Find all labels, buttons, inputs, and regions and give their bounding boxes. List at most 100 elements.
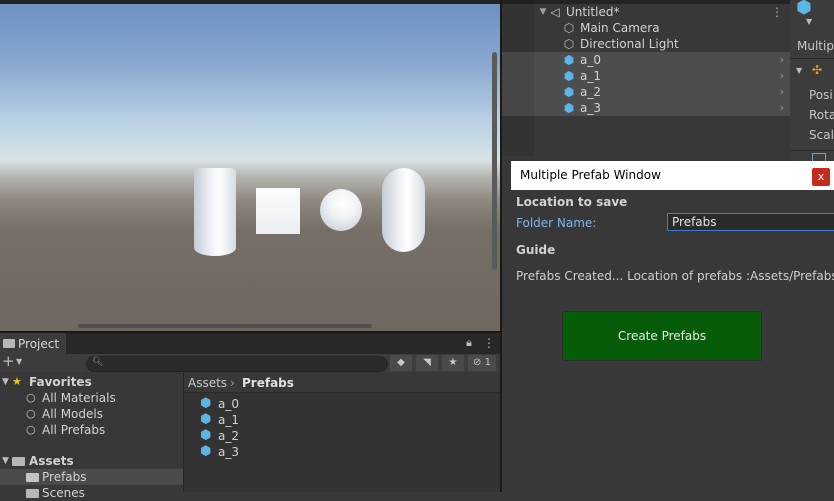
- prefab-icon: ⬢: [563, 53, 575, 67]
- tree-label: Assets: [29, 454, 74, 468]
- breadcrumb: Assets › Prefabs: [184, 373, 500, 393]
- star-icon: ★: [12, 375, 22, 388]
- hidden-packages-button[interactable]: ⊘ 1: [468, 355, 496, 371]
- folder-icon: [3, 339, 15, 348]
- star-icon: ★: [448, 357, 458, 368]
- tree-item-all-prefabs[interactable]: ○ All Prefabs: [0, 422, 183, 438]
- tree-label: Prefabs: [42, 470, 87, 484]
- guide-text: Prefabs Created... Location of prefabs :…: [516, 269, 834, 283]
- multiple-prefab-window: Multiple Prefab Window x Location to sav…: [511, 161, 834, 492]
- project-tabbar: Project 🔒︎ ⋮: [0, 333, 500, 354]
- hierarchy-item-label: Directional Light: [580, 37, 679, 51]
- transform-icon: ✣: [812, 63, 823, 77]
- expand-arrow-icon[interactable]: ▼: [2, 374, 9, 390]
- project-folder-tree: ▼ ★ Favorites ○ All Materials ○ All Mode…: [0, 373, 183, 500]
- hierarchy-item-a3[interactable]: ⬢ a_3 ›: [502, 100, 790, 116]
- prefab-icon: ⬢: [200, 396, 212, 411]
- cube-object[interactable]: [256, 188, 300, 234]
- hierarchy-item-a0[interactable]: ⬢ a_0 ›: [502, 52, 790, 68]
- transform-rotation-label: Rota: [809, 108, 834, 122]
- search-by-label-button[interactable]: ◥: [416, 355, 438, 371]
- folder-icon: [12, 457, 25, 466]
- expand-arrow-icon[interactable]: ▼: [2, 453, 9, 469]
- add-icon[interactable]: +: [2, 352, 15, 370]
- transform-scale-label: Scal: [809, 128, 834, 142]
- capsule-object[interactable]: [382, 168, 425, 252]
- hierarchy-item-label: Main Camera: [580, 21, 660, 35]
- search-icon: ○: [26, 423, 36, 436]
- type-filter-icon: ◆: [397, 357, 405, 368]
- unity-scene-icon: ◁: [550, 5, 560, 19]
- folder-name-input[interactable]: [667, 213, 834, 231]
- tree-item-scenes[interactable]: Scenes: [0, 485, 183, 501]
- prefab-icon: ⬢: [563, 85, 575, 99]
- sphere-object[interactable]: [320, 189, 362, 231]
- hierarchy-gutter: [502, 0, 534, 156]
- divider: [790, 150, 834, 151]
- close-button[interactable]: x: [812, 168, 830, 186]
- tree-item-prefabs[interactable]: Prefabs: [0, 469, 183, 485]
- tree-assets[interactable]: ▼ Assets: [0, 453, 183, 469]
- hierarchy-item-label: a_1: [580, 69, 601, 83]
- project-search-input[interactable]: 🔍︎: [86, 356, 388, 372]
- divider: [790, 58, 834, 59]
- tree-label: All Models: [42, 407, 103, 421]
- eye-slash-icon: ⊘: [473, 357, 482, 368]
- chevron-right-icon[interactable]: ›: [780, 52, 784, 68]
- prefab-icon: ⬢: [796, 0, 812, 18]
- hierarchy-item-a1[interactable]: ⬢ a_1 ›: [502, 68, 790, 84]
- expand-arrow-icon[interactable]: ▼: [796, 66, 802, 75]
- scene-name: Untitled*: [566, 5, 620, 19]
- transform-position-label: Posi: [809, 88, 833, 102]
- guide-heading: Guide: [516, 243, 556, 257]
- hierarchy-item-label: a_3: [580, 101, 601, 115]
- search-icon: ○: [26, 391, 36, 404]
- hierarchy-item-directional-light[interactable]: ⬡ Directional Light: [502, 36, 790, 52]
- tree-favorites[interactable]: ▼ ★ Favorites: [0, 374, 183, 390]
- gameobject-icon: ⬡: [563, 21, 575, 35]
- hierarchy-item-main-camera[interactable]: ⬡ Main Camera: [502, 20, 790, 36]
- prefab-icon: ⬢: [563, 69, 575, 83]
- create-prefabs-button[interactable]: Create Prefabs: [562, 311, 762, 361]
- search-by-type-button[interactable]: ◆: [390, 355, 412, 371]
- tab-project[interactable]: Project: [0, 333, 66, 354]
- scene-horizontal-scrollbar[interactable]: [78, 324, 372, 328]
- inspector-object-name: Multipl: [797, 39, 834, 53]
- breadcrumb-prefabs[interactable]: Prefabs: [242, 376, 294, 390]
- window-title: Multiple Prefab Window: [520, 168, 661, 182]
- hierarchy-item-a2[interactable]: ⬢ a_2 ›: [502, 84, 790, 100]
- scene-view[interactable]: [0, 0, 500, 331]
- prefab-icon: ⬢: [200, 428, 212, 443]
- cylinder-object[interactable]: [194, 168, 236, 256]
- tree-item-all-materials[interactable]: ○ All Materials: [0, 390, 183, 406]
- more-options-icon[interactable]: ⋮: [483, 336, 495, 350]
- tree-label: All Materials: [42, 391, 116, 405]
- asset-label: a_0: [218, 397, 239, 411]
- chevron-right-icon[interactable]: ›: [780, 100, 784, 116]
- scene-vertical-scrollbar[interactable]: [492, 52, 497, 270]
- asset-label: a_2: [218, 429, 239, 443]
- gameobject-icon: ⬡: [563, 37, 575, 51]
- hierarchy-scene-row[interactable]: ▼ ◁ Untitled* ⋮: [502, 4, 790, 20]
- project-assets-pane: Assets › Prefabs ⬢ a_0 ⬢ a_1 ⬢ a_2 ⬢ a_3: [184, 373, 500, 492]
- prefab-icon: ⬢: [200, 412, 212, 427]
- tab-label: Project: [18, 337, 60, 351]
- label-tag-icon: ◥: [423, 357, 431, 368]
- chevron-right-icon[interactable]: ›: [780, 84, 784, 100]
- folder-icon: [26, 473, 39, 482]
- dropdown-arrow-icon[interactable]: ▼: [16, 357, 22, 366]
- asset-label: a_3: [218, 445, 239, 459]
- tree-item-all-models[interactable]: ○ All Models: [0, 406, 183, 422]
- chevron-right-icon[interactable]: ›: [780, 68, 784, 84]
- tree-label: Scenes: [42, 486, 85, 500]
- dropdown-arrow-icon[interactable]: ▼: [806, 17, 812, 26]
- window-titlebar[interactable]: Multiple Prefab Window x: [511, 161, 834, 190]
- breadcrumb-assets[interactable]: Assets: [188, 376, 227, 390]
- search-icon: 🔍︎: [92, 357, 104, 367]
- more-options-icon[interactable]: ⋮: [770, 5, 784, 19]
- breadcrumb-separator-icon: ›: [230, 376, 235, 390]
- prefab-icon: ⬢: [563, 101, 575, 115]
- lock-icon[interactable]: 🔒︎: [466, 336, 472, 350]
- favorites-filter-button[interactable]: ★: [442, 355, 464, 371]
- tree-label: Favorites: [29, 375, 92, 389]
